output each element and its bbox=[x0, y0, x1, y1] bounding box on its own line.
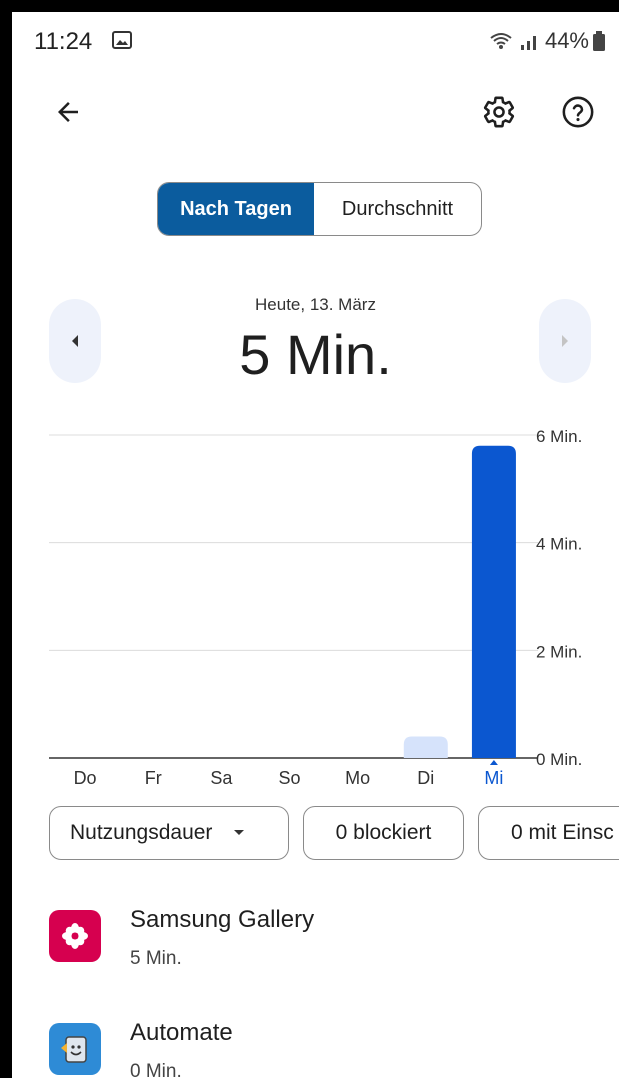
automate-icon bbox=[49, 1023, 101, 1075]
automate-glyph bbox=[61, 1036, 87, 1063]
blocked-chip-label: 0 blockiert bbox=[335, 821, 432, 844]
back-button[interactable] bbox=[44, 88, 92, 136]
y-tick-label: 6 Min. bbox=[536, 427, 582, 446]
x-tick-label-so: So bbox=[278, 768, 300, 788]
x-tick-label-sa: Sa bbox=[210, 768, 233, 788]
x-tick-label-do: Do bbox=[74, 768, 97, 788]
usage-dropdown[interactable]: Nutzungsdauer bbox=[49, 806, 289, 860]
y-tick-label: 4 Min. bbox=[536, 535, 582, 554]
app-usage-time: 5 Min. bbox=[130, 948, 182, 969]
view-mode-toggle: Nach Tagen Durchschnitt bbox=[157, 182, 482, 236]
status-indicators: 44% bbox=[489, 28, 605, 54]
app-name: Samsung Gallery bbox=[130, 906, 315, 933]
app-usage-time: 0 Min. bbox=[130, 1061, 182, 1078]
x-tick-label-fr: Fr bbox=[145, 768, 162, 788]
status-bar: 11:24 44% bbox=[12, 12, 619, 70]
battery-percent: 44% bbox=[544, 28, 589, 53]
x-tick-label-di: Di bbox=[417, 768, 434, 788]
x-tick-label-mo: Mo bbox=[345, 768, 370, 788]
bar-di bbox=[403, 736, 448, 758]
help-icon bbox=[562, 96, 594, 128]
selected-day-marker bbox=[489, 760, 498, 765]
y-tick-label: 2 Min. bbox=[536, 642, 582, 661]
gear-icon bbox=[483, 96, 515, 128]
image-notification-icon bbox=[112, 31, 132, 49]
bar-mi bbox=[471, 445, 516, 758]
usage-dropdown-label: Nutzungsdauer bbox=[70, 821, 213, 844]
screen: 11:24 44% Nach Tagen Durchschnitt Heute,… bbox=[12, 12, 619, 1078]
date-label: Heute, 13. März bbox=[255, 295, 376, 314]
flower-glyph bbox=[62, 923, 88, 949]
restricted-chip[interactable]: 0 mit Einsc bbox=[478, 806, 619, 860]
restricted-chip-label: 0 mit Einsc bbox=[511, 821, 614, 844]
x-tick-label-mi: Mi bbox=[484, 768, 503, 788]
tab-average[interactable]: Durchschnitt bbox=[314, 183, 481, 235]
app-row-samsung-gallery[interactable]: Samsung Gallery 5 Min. bbox=[12, 894, 619, 994]
arrow-back-icon bbox=[58, 102, 78, 122]
signal-icon bbox=[520, 36, 536, 50]
status-time: 11:24 bbox=[34, 28, 93, 55]
app-name: Automate bbox=[130, 1019, 233, 1046]
settings-button[interactable] bbox=[475, 88, 523, 136]
battery-icon bbox=[593, 31, 605, 51]
tab-by-day[interactable]: Nach Tagen bbox=[158, 183, 314, 235]
help-button[interactable] bbox=[554, 88, 602, 136]
usage-bar-chart: 6 Min. 4 Min. 2 Min. 0 Min. Do Fr Sa So Mo Di Mi bbox=[49, 427, 582, 788]
y-tick-label: 0 Min. bbox=[536, 750, 582, 769]
wifi-icon bbox=[490, 33, 512, 49]
blocked-chip[interactable]: 0 blockiert bbox=[303, 806, 464, 860]
total-usage: 5 Min. bbox=[239, 323, 392, 386]
flower-icon bbox=[49, 910, 101, 962]
caret-down-icon bbox=[234, 830, 245, 835]
app-row-automate[interactable]: Automate 0 Min. bbox=[12, 1007, 619, 1078]
